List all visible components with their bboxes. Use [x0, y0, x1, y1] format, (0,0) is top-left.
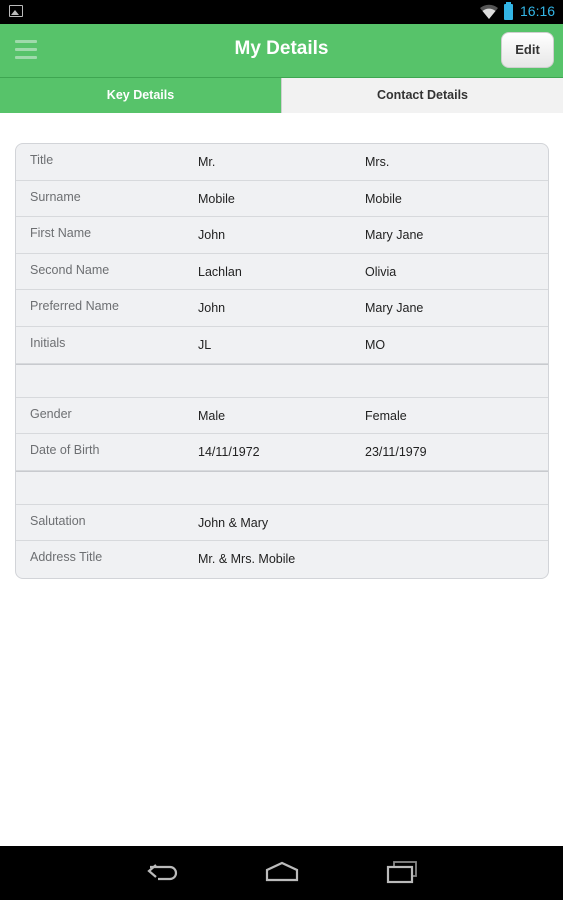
person1-value: John: [198, 301, 226, 316]
tab-contact-details[interactable]: Contact Details: [281, 78, 563, 113]
table-row: Date of Birth 14/11/1972 23/11/1979: [16, 434, 548, 471]
table-row: Initials JL MO: [16, 327, 548, 364]
person1-value: Lachlan: [198, 264, 242, 279]
person1-value: Mr.: [198, 155, 216, 169]
recent-apps-icon[interactable]: [385, 860, 419, 884]
row-label: Gender: [30, 406, 72, 421]
tab-bar: Key Details Contact Details: [0, 78, 563, 113]
details-table: Title Mr. Mrs. Surname Mobile Mobile Fir…: [15, 143, 549, 579]
row-label: Address Title: [30, 550, 103, 565]
table-row: Salutation John & Mary: [16, 505, 548, 542]
person2-value: 23/11/1979: [365, 445, 427, 460]
person2-value: Female: [365, 408, 407, 423]
person2-value: Mobile: [365, 191, 402, 206]
row-label: Preferred Name: [30, 299, 119, 314]
row-label: Initials: [30, 335, 66, 350]
joint-value: Mr. & Mrs. Mobile: [198, 552, 296, 567]
table-row: Address Title Mr. & Mrs. Mobile: [16, 541, 548, 578]
wifi-icon: [480, 4, 498, 20]
picture-icon: [9, 5, 23, 17]
person1-value: JL: [198, 337, 212, 352]
table-row: Title Mr. Mrs.: [16, 144, 548, 181]
row-label: First Name: [30, 226, 92, 241]
edit-button[interactable]: Edit: [501, 32, 554, 68]
person2-value: Olivia: [365, 264, 397, 279]
row-label: Second Name: [30, 262, 110, 277]
row-label: Title: [30, 153, 54, 167]
joint-value: John & Mary: [198, 515, 269, 530]
tab-key-details[interactable]: Key Details: [0, 78, 281, 113]
table-row: First Name John Mary Jane: [16, 217, 548, 254]
person1-value: Mobile: [198, 191, 235, 206]
section-divider: [16, 363, 548, 398]
person1-value: 14/11/1972: [198, 445, 260, 460]
navigation-bar: [0, 846, 563, 900]
person1-value: John: [198, 228, 226, 243]
back-icon[interactable]: [146, 860, 180, 884]
row-label: Salutation: [30, 513, 86, 528]
action-bar: My Details Edit: [0, 24, 563, 78]
table-row: Second Name Lachlan Olivia: [16, 254, 548, 291]
person2-value: Mary Jane: [365, 301, 424, 316]
row-label: Date of Birth: [30, 443, 100, 458]
home-icon[interactable]: [264, 860, 300, 884]
status-time: 16:16: [520, 3, 556, 19]
page-title: My Details: [234, 38, 329, 59]
table-row: Gender Male Female: [16, 398, 548, 435]
person2-value: MO: [365, 337, 386, 352]
status-bar: 16:16: [0, 0, 563, 24]
person1-value: Male: [198, 408, 226, 423]
table-row: Preferred Name John Mary Jane: [16, 290, 548, 327]
battery-icon: [504, 2, 513, 20]
person2-value: Mrs.: [365, 155, 390, 169]
row-label: Surname: [30, 189, 81, 204]
section-divider: [16, 470, 548, 505]
person2-value: Mary Jane: [365, 228, 424, 243]
table-row: Surname Mobile Mobile: [16, 181, 548, 218]
